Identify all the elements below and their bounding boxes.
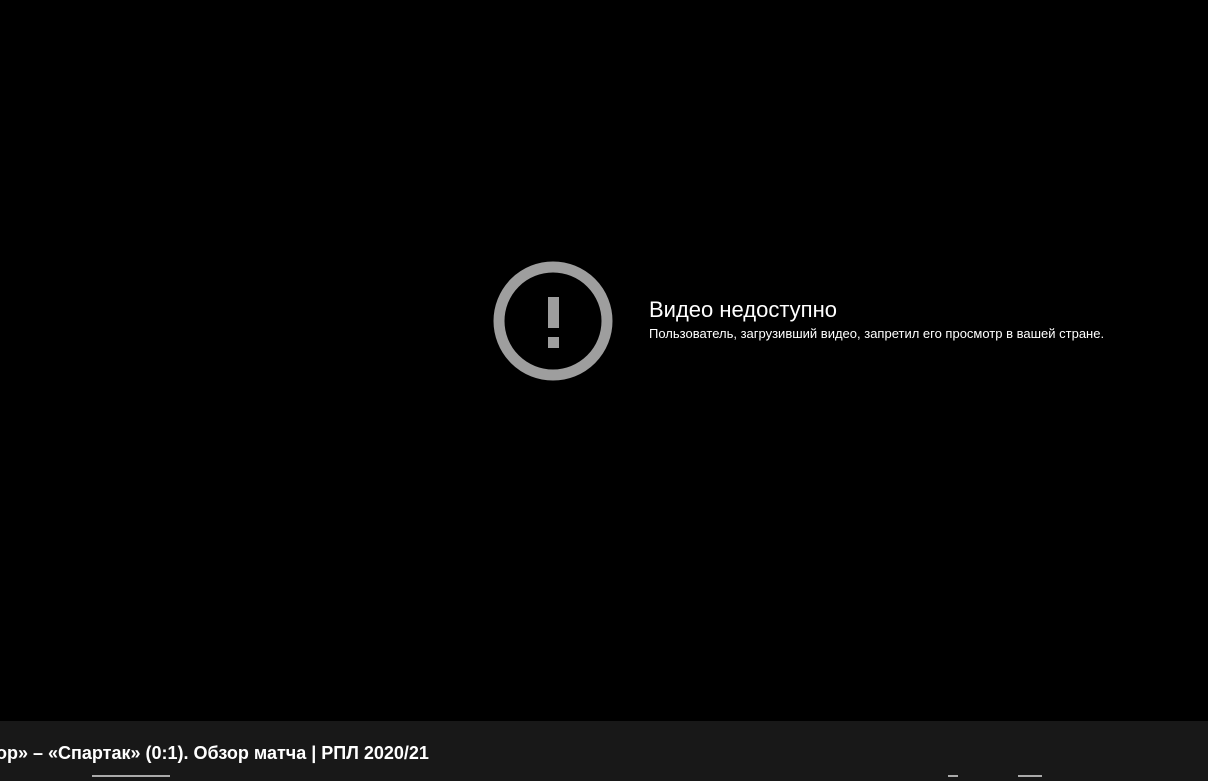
action-button-fragment[interactable]: [948, 775, 958, 781]
video-meta-row: [0, 775, 1208, 781]
error-title: Видео недоступно: [649, 297, 837, 322]
video-error: Видео недоступно Пользователь, загрузивш…: [493, 261, 1193, 381]
video-info-bar: ор» – «Спартак» (0:1). Обзор матча | РПЛ…: [0, 721, 1208, 781]
alert-circle-icon: [493, 261, 613, 381]
page: Видео недоступно Пользователь, загрузивш…: [0, 0, 1208, 781]
action-button-fragment[interactable]: [1018, 775, 1042, 781]
error-reason: Пользователь, загрузивший видео, запрети…: [649, 326, 1105, 341]
video-title: ор» – «Спартак» (0:1). Обзор матча | РПЛ…: [0, 743, 429, 763]
video-meta-text: [92, 775, 170, 781]
error-text-block: Видео недоступно Пользователь, загрузивш…: [649, 296, 1189, 343]
cropped-action-mark: [1018, 775, 1042, 781]
cropped-action-mark: [948, 775, 958, 781]
cropped-meta-mark: [92, 775, 170, 781]
video-player[interactable]: Видео недоступно Пользователь, загрузивш…: [0, 0, 1208, 721]
